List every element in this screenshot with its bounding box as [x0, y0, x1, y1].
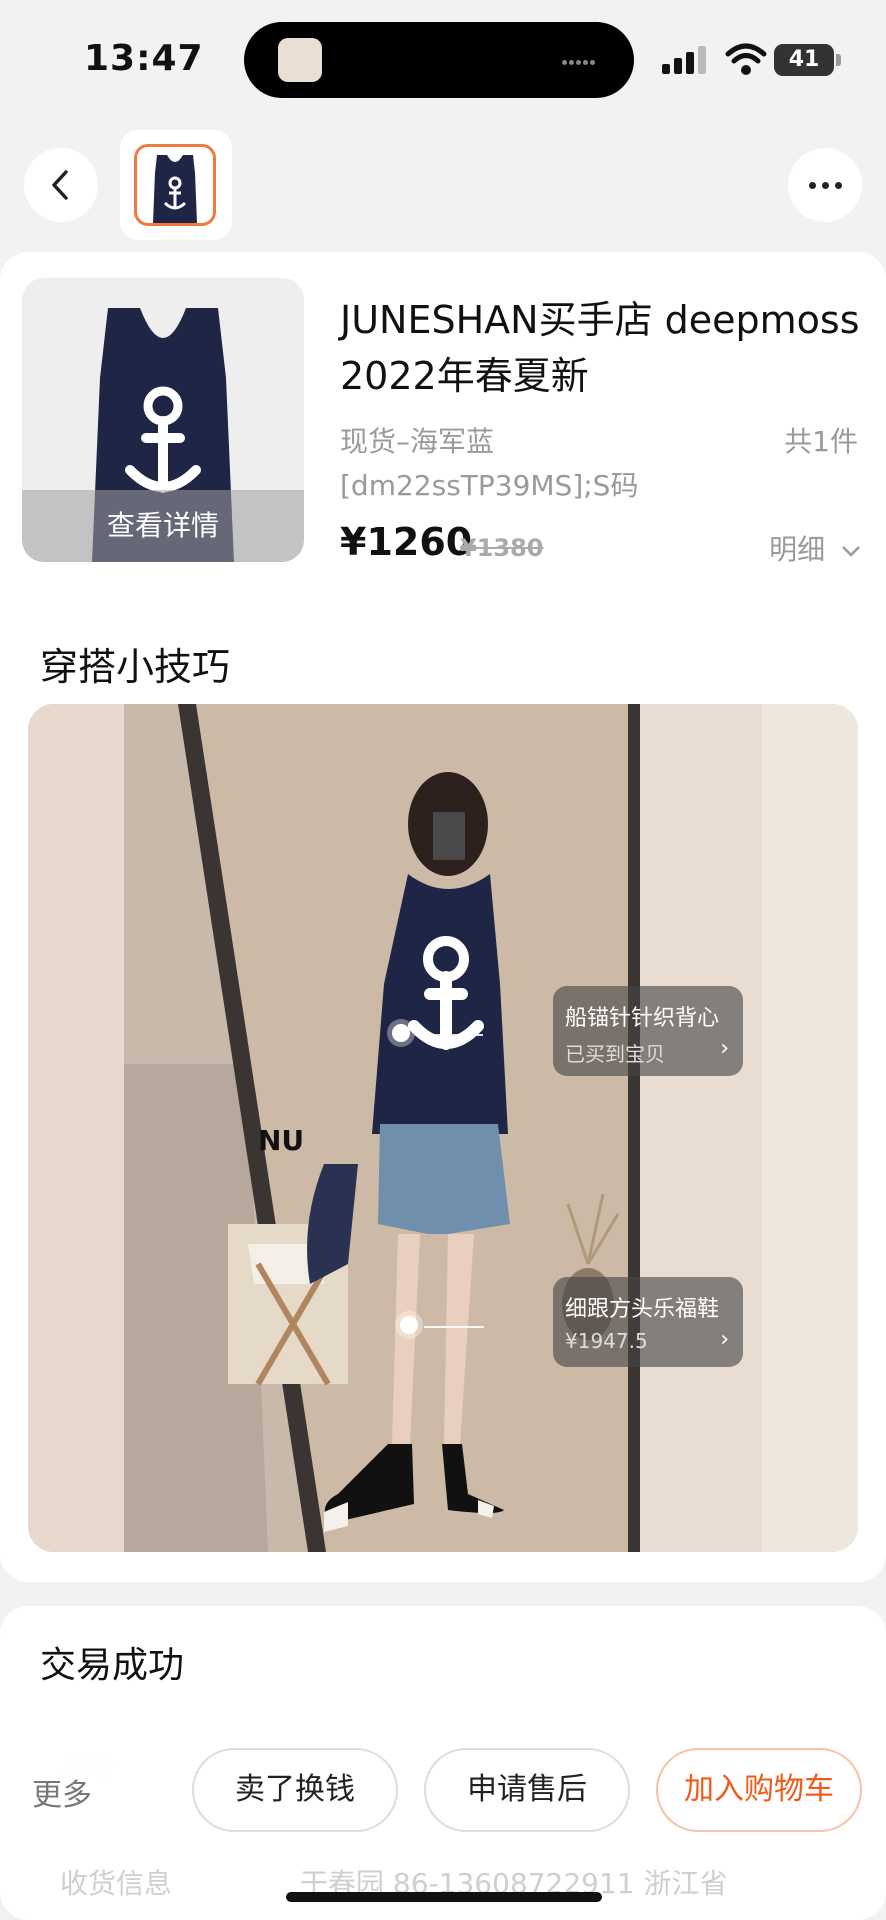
island-waveform-icon — [562, 50, 606, 66]
tag-subtitle: 已买到宝贝 — [565, 1042, 665, 1066]
clock: 13:47 — [84, 38, 204, 79]
product-tag-loafer[interactable]: 细跟方头乐福鞋 ¥1947.5 › — [553, 1277, 743, 1367]
price-detail-label: 明细 — [769, 533, 826, 566]
shop-thumbnail — [134, 144, 216, 226]
tag-name: 细跟方头乐福鞋 — [565, 1297, 720, 1322]
battery-icon: 41 — [774, 44, 834, 76]
product-price: ¥1260 — [340, 520, 473, 564]
product-card: 查看详情 JUNESHAN买手店 deepmoss 2022年春夏新 现货–海军… — [0, 252, 886, 1582]
tag-anchor-dot — [400, 1316, 418, 1334]
tag-anchor-dot — [392, 1024, 410, 1042]
outfit-photo[interactable]: 船锚针针织背心 已买到宝贝 › 细跟方头乐福鞋 ¥1947.5 › NU — [28, 704, 858, 1552]
outfit-section-title: 穿搭小技巧 — [40, 645, 231, 689]
product-quantity: 共1件 — [784, 425, 858, 458]
home-indicator[interactable] — [286, 1892, 602, 1902]
tag-price: ¥1947.5 — [565, 1329, 648, 1353]
tag-name: 船锚针针织背心 — [565, 1006, 720, 1031]
ellipsis-icon — [809, 182, 816, 189]
sell-button[interactable]: 卖了换钱 — [192, 1748, 398, 1832]
ellipsis-dot — [835, 182, 842, 189]
more-options-button[interactable] — [788, 148, 862, 222]
status-bar: 13:47 41 — [0, 0, 886, 120]
back-button[interactable] — [24, 148, 98, 222]
chair-logo: NU — [258, 1124, 305, 1157]
product-title[interactable]: JUNESHAN买手店 deepmoss 2022年春夏新 — [340, 292, 860, 404]
wifi-icon — [725, 43, 767, 75]
bottom-action-bar: 更多 卖了换钱 申请售后 加入购物车 — [0, 1726, 886, 1856]
after-sale-button[interactable]: 申请售后 — [424, 1748, 630, 1832]
product-image[interactable]: 查看详情 — [22, 278, 304, 562]
tag-connector — [424, 1326, 484, 1328]
price-detail-toggle[interactable]: 明细 — [769, 528, 862, 568]
product-tag-vest[interactable]: 船锚针针织背心 已买到宝贝 › — [553, 986, 743, 1076]
tag-connector — [423, 1034, 483, 1036]
ellipsis-dot — [822, 182, 829, 189]
order-status-title: 交易成功 — [40, 1645, 185, 1686]
chevron-down-icon — [842, 546, 860, 557]
island-app-icon — [278, 38, 322, 82]
cellular-signal-icon — [662, 44, 706, 74]
product-sku: 现货–海军蓝 [dm22ssTP39MS];S码 — [340, 425, 639, 502]
shipping-info-label: 收货信息 — [60, 1867, 173, 1900]
chevron-left-icon — [52, 170, 68, 200]
original-price: ¥1380 — [460, 534, 544, 562]
battery-tip — [836, 54, 841, 66]
chevron-right-icon: › — [720, 1327, 729, 1352]
dynamic-island — [244, 22, 634, 98]
more-actions-link[interactable]: 更多 — [32, 1770, 92, 1814]
tank-top-image — [153, 155, 197, 223]
top-nav — [0, 130, 886, 240]
outfit-scene-image — [28, 704, 858, 1552]
view-detail-label[interactable]: 查看详情 — [22, 490, 304, 562]
chevron-right-icon: › — [720, 1036, 729, 1061]
add-to-cart-button[interactable]: 加入购物车 — [656, 1748, 862, 1832]
shop-thumbnail-button[interactable] — [120, 130, 232, 240]
